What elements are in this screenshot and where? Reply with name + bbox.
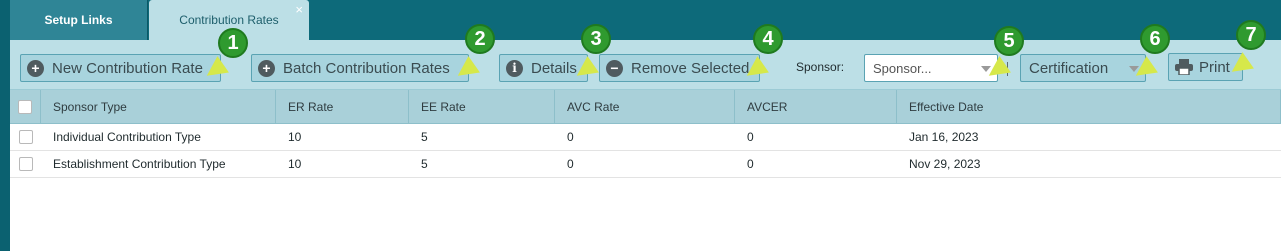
plus-circle-icon: + <box>27 59 44 77</box>
column-header[interactable]: AVCER <box>735 90 897 123</box>
annotation-marker-6: 6 <box>1140 24 1170 54</box>
toolbar: + New Contribution Rate + Batch Contribu… <box>10 20 1281 90</box>
tab-setup-links[interactable]: Setup Links <box>10 0 148 40</box>
table-cell: 5 <box>421 130 428 144</box>
sponsor-placeholder: Sponsor... <box>873 60 932 76</box>
table-row[interactable]: Individual Contribution Type 10 5 0 0 Ja… <box>10 124 1281 151</box>
annotation-marker-5: 5 <box>994 26 1024 56</box>
row-select-cell <box>10 151 41 177</box>
remove-selected-button[interactable]: − Remove Selected <box>599 54 760 82</box>
table-cell: Individual Contribution Type <box>53 130 201 144</box>
table-header: Sponsor Type ER Rate EE Rate AVC Rate AV… <box>10 90 1281 124</box>
table-row[interactable]: Establishment Contribution Type 10 5 0 0… <box>10 151 1281 178</box>
close-icon[interactable]: × <box>295 3 303 16</box>
printer-icon <box>1175 59 1193 76</box>
row-checkbox[interactable] <box>18 130 33 144</box>
table-cell: 0 <box>567 157 574 171</box>
new-contribution-rate-button[interactable]: + New Contribution Rate <box>20 54 221 82</box>
annotation-marker-2: 2 <box>465 24 495 54</box>
column-header[interactable]: Effective Date <box>897 90 1281 123</box>
annotation-marker-4: 4 <box>753 24 783 54</box>
certification-label: Certification <box>1029 59 1109 77</box>
table-cell: 10 <box>288 157 302 171</box>
table-cell: Nov 29, 2023 <box>909 157 981 171</box>
certification-select[interactable]: Certification <box>1020 54 1146 82</box>
info-circle-icon: i <box>506 59 523 77</box>
main-content: + New Contribution Rate + Batch Contribu… <box>10 20 1281 251</box>
sponsor-select[interactable]: Sponsor... <box>864 54 998 82</box>
table-cell: 5 <box>421 157 428 171</box>
button-label: Print <box>1199 58 1230 76</box>
table-cell: Jan 16, 2023 <box>909 130 979 144</box>
select-all-checkbox[interactable] <box>18 99 32 114</box>
annotation-marker-1: 1 <box>218 28 248 58</box>
plus-circle-icon: + <box>258 59 275 77</box>
annotation-marker-3: 3 <box>581 24 611 54</box>
button-label: Batch Contribution Rates <box>283 59 450 77</box>
button-label: Details <box>531 59 577 77</box>
contribution-rates-table: Sponsor Type ER Rate EE Rate AVC Rate AV… <box>10 90 1281 178</box>
tab-label: Setup Links <box>44 13 113 27</box>
button-label: New Contribution Rate <box>52 59 203 77</box>
tab-bar: Setup Links Contribution Rates × <box>10 0 1281 40</box>
table-cell: Establishment Contribution Type <box>53 157 226 171</box>
table-cell: 0 <box>747 157 754 171</box>
select-all-cell <box>10 90 41 123</box>
column-header[interactable]: EE Rate <box>409 90 555 123</box>
table-cell: 10 <box>288 130 302 144</box>
sponsor-label: Sponsor: <box>796 60 845 74</box>
column-header[interactable]: Sponsor Type <box>41 90 276 123</box>
batch-contribution-rates-button[interactable]: + Batch Contribution Rates <box>251 54 469 82</box>
app-frame: Setup Links Contribution Rates × + New C… <box>0 0 1281 251</box>
row-select-cell <box>10 124 41 150</box>
annotation-marker-7: 7 <box>1236 20 1266 50</box>
row-checkbox[interactable] <box>18 157 33 171</box>
button-label: Remove Selected <box>631 59 750 77</box>
column-header[interactable]: AVC Rate <box>555 90 735 123</box>
left-rail <box>0 0 10 251</box>
tab-label: Contribution Rates <box>179 13 279 27</box>
minus-circle-icon: − <box>606 59 623 77</box>
table-cell: 0 <box>747 130 754 144</box>
table-cell: 0 <box>567 130 574 144</box>
column-header[interactable]: ER Rate <box>276 90 409 123</box>
